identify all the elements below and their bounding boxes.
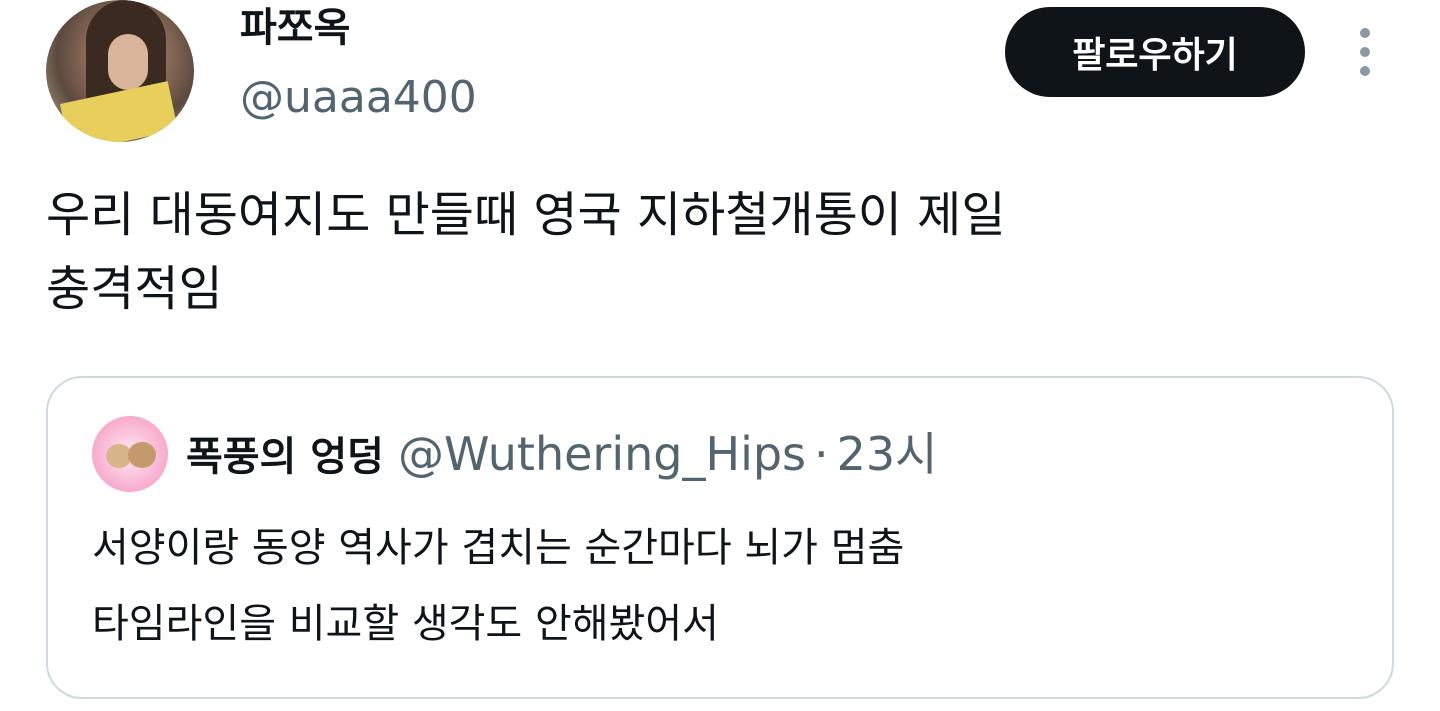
follow-button[interactable]: 팔로우하기	[1005, 7, 1305, 97]
author-avatar[interactable]	[46, 0, 194, 142]
tweet-text: 우리 대동여지도 만들때 영국 지하철개통이 제일 충격적임	[46, 187, 1006, 317]
more-dot	[1360, 47, 1370, 57]
quoted-tweet-text: 서양이랑 동양 역사가 겹치는 순간마다 뇌가 멈춤 타임라인을 비교할 생각도…	[92, 525, 905, 647]
more-vertical-icon[interactable]	[1345, 22, 1385, 82]
author-handle[interactable]: @uaaa400	[240, 70, 477, 126]
quoted-tweet-time[interactable]: 23시	[837, 427, 938, 481]
separator-dot: ·	[814, 427, 829, 481]
quoted-tweet-header: 폭풍의 엉덩 @Wuthering_Hips · 23시	[186, 424, 938, 487]
quoted-tweet-card[interactable]: 폭풍의 엉덩 @Wuthering_Hips · 23시 서양이랑 동양 역사가 겹치…	[46, 376, 1394, 699]
avatar-dog-shape	[128, 442, 156, 468]
quoted-author-handle[interactable]: @Wuthering_Hips	[398, 427, 806, 481]
avatar-book-shape	[60, 81, 178, 142]
quoted-author-name[interactable]: 폭풍의 엉덩	[186, 434, 384, 480]
quoted-author-avatar[interactable]	[92, 416, 168, 492]
more-dot	[1360, 66, 1370, 76]
more-dot	[1360, 28, 1370, 38]
avatar-face-shape	[108, 34, 148, 90]
author-display-name[interactable]: 파쪼옥	[240, 2, 350, 54]
